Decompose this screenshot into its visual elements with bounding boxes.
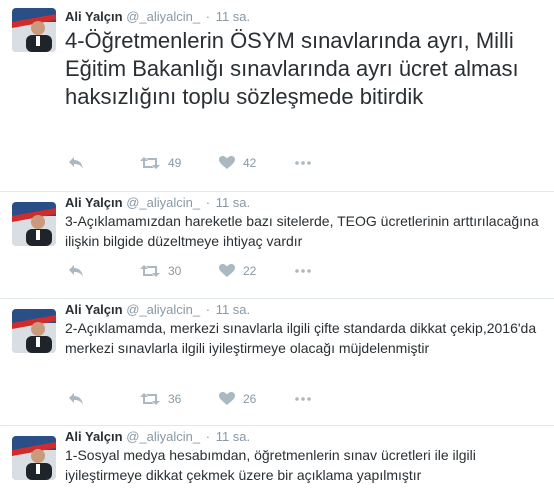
retweet-button[interactable]: 36	[140, 391, 181, 407]
author-handle[interactable]: @_aliyalcin_	[126, 302, 200, 317]
like-count: 42	[243, 156, 257, 170]
like-count: 22	[243, 264, 257, 278]
tweet[interactable]: Ali Yalçın @_aliyalcin_ · 11 sa. 3-Açıkl…	[0, 192, 554, 299]
tweet-text: 3-Açıklamamızdan hareketle bazı sitelerd…	[65, 213, 539, 249]
tweet-time[interactable]: 11 sa.	[216, 429, 250, 444]
tweet-text: 2-Açıklamamda, merkezi sınavlarla ilgili…	[65, 320, 537, 356]
reply-button[interactable]	[68, 155, 84, 171]
author-handle[interactable]: @_aliyalcin_	[126, 195, 200, 210]
retweet-button[interactable]: 30	[140, 263, 181, 279]
avatar-image	[12, 309, 56, 353]
more-button[interactable]	[295, 155, 311, 171]
reply-icon	[69, 265, 83, 277]
retweet-count: 49	[168, 156, 182, 170]
tweet[interactable]: Ali Yalçın @_aliyalcin_ · 11 sa. 1-Sosya…	[0, 426, 554, 498]
author-name[interactable]: Ali Yalçın	[65, 9, 123, 24]
author-handle[interactable]: @_aliyalcin_	[126, 429, 200, 444]
author-name[interactable]: Ali Yalçın	[65, 429, 123, 444]
author-name[interactable]: Ali Yalçın	[65, 302, 123, 317]
like-button[interactable]: 42	[219, 155, 256, 171]
avatar[interactable]	[12, 436, 56, 480]
reply-icon	[69, 393, 83, 405]
reply-button[interactable]	[68, 263, 84, 279]
tweet-text: 4-Öğretmenlerin ÖSYM sınavlarında ayrı, …	[65, 28, 519, 109]
retweet-count: 30	[168, 264, 182, 278]
separator-dot: ·	[205, 9, 211, 24]
tweet-header: Ali Yalçın @_aliyalcin_ · 11 sa.	[65, 302, 250, 318]
retweet-button[interactable]: 49	[140, 155, 181, 171]
more-icon	[295, 269, 311, 273]
like-count: 26	[243, 392, 257, 406]
retweet-count: 36	[168, 392, 182, 406]
like-button[interactable]: 22	[219, 263, 256, 279]
retweet-icon	[140, 265, 160, 277]
more-button[interactable]	[295, 391, 311, 407]
reply-button[interactable]	[68, 391, 84, 407]
retweet-icon	[140, 157, 160, 169]
tweet-header: Ali Yalçın @_aliyalcin_ · 11 sa.	[65, 9, 250, 25]
retweet-icon	[140, 393, 160, 405]
tweet-time[interactable]: 11 sa.	[216, 9, 250, 24]
tweet-time[interactable]: 11 sa.	[216, 302, 250, 317]
like-icon	[219, 264, 235, 277]
like-icon	[219, 156, 235, 169]
author-name[interactable]: Ali Yalçın	[65, 195, 123, 210]
separator-dot: ·	[205, 429, 211, 444]
more-icon	[295, 397, 311, 401]
separator-dot: ·	[205, 195, 211, 210]
avatar[interactable]	[12, 202, 56, 246]
avatar[interactable]	[12, 309, 56, 353]
avatar-image	[12, 202, 56, 246]
tweet-time[interactable]: 11 sa.	[216, 195, 250, 210]
tweet-header: Ali Yalçın @_aliyalcin_ · 11 sa.	[65, 429, 250, 445]
tweet[interactable]: Ali Yalçın @_aliyalcin_ · 11 sa. 2-Açıkl…	[0, 299, 554, 426]
tweet[interactable]: Ali Yalçın @_aliyalcin_ · 11 sa. 4-Öğret…	[0, 0, 554, 192]
tweet-text: 1-Sosyal medya hesabımdan, öğretmenlerin…	[65, 447, 476, 483]
avatar-image	[12, 436, 56, 480]
author-handle[interactable]: @_aliyalcin_	[126, 9, 200, 24]
avatar-image	[12, 8, 56, 52]
like-icon	[219, 392, 235, 405]
more-button[interactable]	[295, 263, 311, 279]
separator-dot: ·	[205, 302, 211, 317]
tweet-header: Ali Yalçın @_aliyalcin_ · 11 sa.	[65, 195, 250, 211]
avatar[interactable]	[12, 8, 56, 52]
more-icon	[295, 161, 311, 165]
reply-icon	[69, 157, 83, 169]
like-button[interactable]: 26	[219, 391, 256, 407]
